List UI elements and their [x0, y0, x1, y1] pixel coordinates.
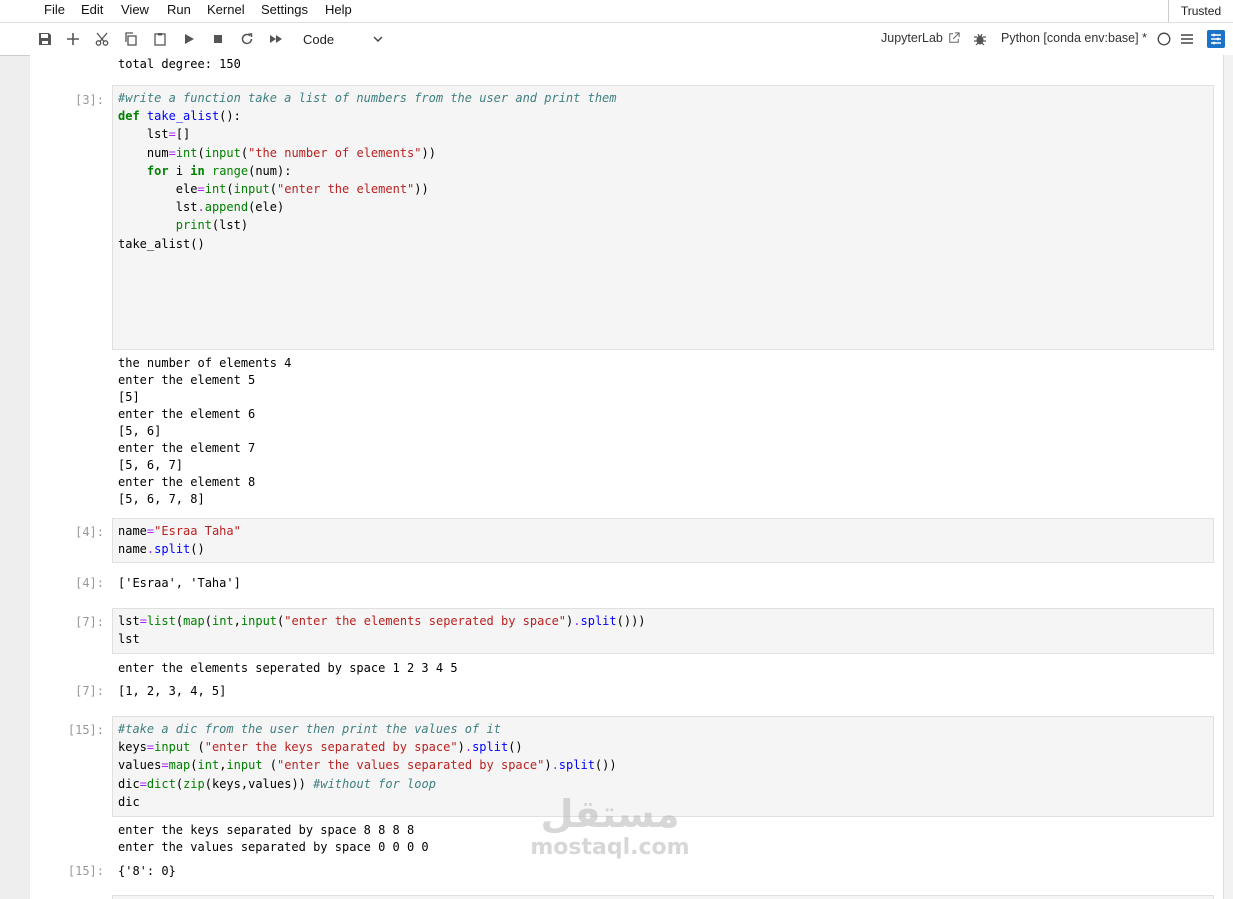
menu-kernel[interactable]: Kernel [207, 2, 245, 17]
restart-icon[interactable] [238, 30, 256, 48]
next-cell-input[interactable] [112, 895, 1214, 899]
bug-icon[interactable] [971, 30, 989, 48]
copy-icon[interactable] [122, 30, 140, 48]
cell-4-out-prompt: [4]: [75, 576, 104, 590]
watermark-arabic: مستقل [540, 792, 680, 836]
cell-4-result: ['Esraa', 'Taha'] [118, 576, 241, 590]
add-cell-icon[interactable] [64, 30, 82, 48]
menu-view[interactable]: View [121, 2, 149, 17]
cell-4-code[interactable]: name="Esraa Taha" name.split() [118, 522, 241, 558]
notebook-panel: total degree: 150 [3]: #write a function… [30, 55, 1223, 899]
notebook-toolbar: Code JupyterLab Python [conda env:base] … [0, 23, 1233, 56]
menu-run[interactable]: Run [167, 2, 191, 17]
property-inspector-icon[interactable] [1207, 30, 1225, 48]
cell-7-prompt: [7]: [75, 615, 104, 629]
fast-forward-icon[interactable] [267, 30, 285, 48]
trusted-indicator[interactable]: Trusted [1168, 0, 1233, 22]
vertical-scrollbar[interactable] [1223, 55, 1233, 899]
cell-7-result: [1, 2, 3, 4, 5] [118, 684, 227, 698]
watermark-latin: mostaql.com [530, 835, 690, 860]
cell-4-input[interactable] [112, 518, 1214, 563]
cell-3-output: the number of elements 4 enter the eleme… [118, 356, 292, 506]
kernel-status-icon [1155, 30, 1173, 48]
save-icon[interactable] [36, 30, 54, 48]
cell-15-out-prompt: [15]: [67, 864, 104, 878]
cell-type-select[interactable]: Code [297, 29, 389, 49]
menu-bar: File Edit View Run Kernel Settings Help … [0, 0, 1233, 23]
chevron-down-icon [373, 36, 383, 42]
cut-icon[interactable] [93, 30, 111, 48]
stop-icon[interactable] [209, 30, 227, 48]
cell-7-stdout: enter the elements seperated by space 1 … [118, 661, 458, 675]
kernel-name[interactable]: Python [conda env:base] * [1001, 31, 1147, 45]
cell-7-code[interactable]: lst=list(map(int,input("enter the elemen… [118, 612, 646, 648]
menu-edit[interactable]: Edit [81, 2, 103, 17]
cell-type-value: Code [303, 31, 335, 47]
cell-15-result: {'8': 0} [118, 864, 176, 878]
jupyterlab-link[interactable]: JupyterLab [881, 31, 943, 45]
mostaql-watermark: مستقل mostaql.com [510, 792, 710, 860]
menu-icon[interactable] [1178, 30, 1196, 48]
cell-4-prompt: [4]: [75, 525, 104, 539]
cell-15-stdout: enter the keys separated by space 8 8 8 … [118, 823, 429, 854]
menu-settings[interactable]: Settings [261, 2, 308, 17]
cell-3-code[interactable]: #write a function take a list of numbers… [118, 89, 617, 253]
menu-help[interactable]: Help [325, 2, 352, 17]
run-icon[interactable] [180, 30, 198, 48]
paste-icon[interactable] [151, 30, 169, 48]
menu-file[interactable]: File [44, 2, 65, 17]
cell-15-prompt: [15]: [67, 723, 104, 737]
cell-7-out-prompt: [7]: [75, 684, 104, 698]
external-link-icon[interactable] [945, 29, 963, 47]
previous-cell-output: total degree: 150 [118, 57, 241, 71]
cell-3-prompt: [3]: [75, 93, 104, 107]
